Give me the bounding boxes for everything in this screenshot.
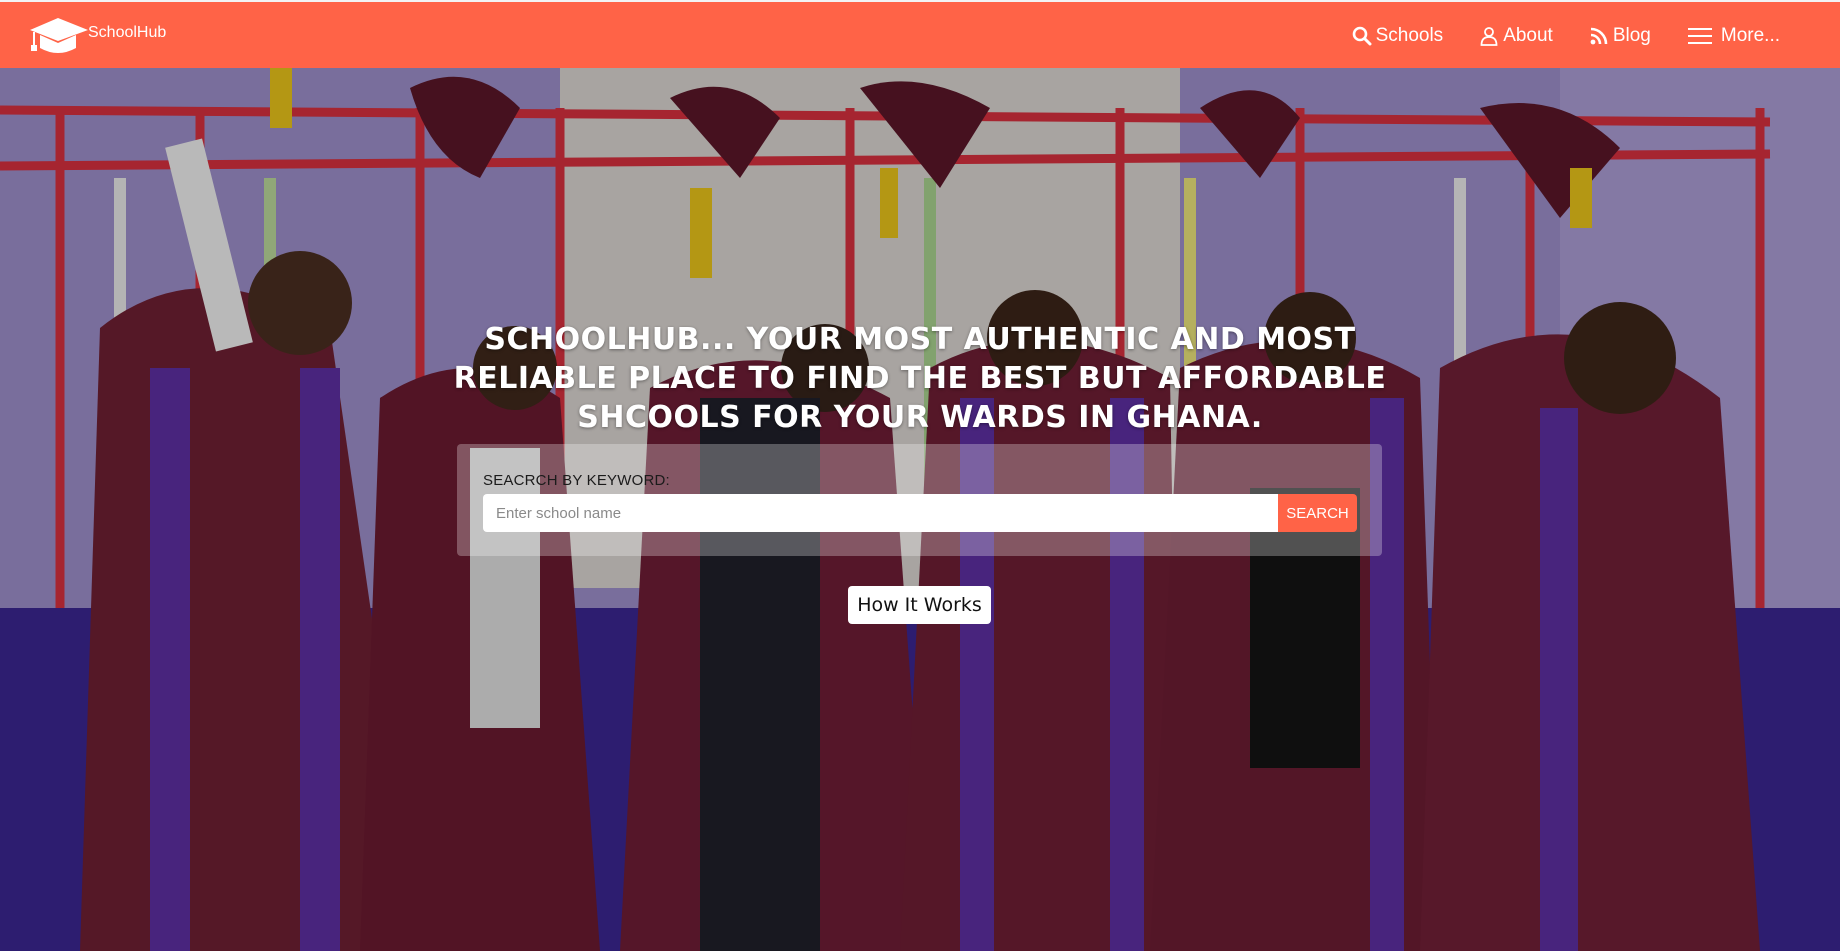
user-icon: [1480, 27, 1498, 46]
rss-icon: [1590, 27, 1608, 45]
nav-links: Schools About Blog More...: [1316, 2, 1780, 70]
nav-blog[interactable]: Blog: [1589, 25, 1651, 47]
brand-logo-link[interactable]: SchoolHub: [28, 16, 166, 56]
nav-about[interactable]: About: [1479, 25, 1553, 47]
nav-schools-label: Schools: [1375, 25, 1444, 46]
nav-schools[interactable]: Schools: [1352, 25, 1444, 47]
search-panel: SEACRCH BY KEYWORD: SEARCH: [457, 444, 1382, 556]
graduation-cap-icon: [30, 18, 88, 53]
hamburger-menu-icon: [1687, 28, 1712, 44]
brand-name: SchoolHub: [88, 24, 167, 41]
hero-section: SCHOOLHUB... YOUR MOST AUTHENTIC AND MOS…: [0, 68, 1840, 951]
search-icon: [1352, 26, 1372, 46]
search-input[interactable]: [483, 494, 1278, 532]
search-label: SEACRCH BY KEYWORD:: [483, 472, 670, 489]
nav-more-label: More...: [1720, 25, 1780, 46]
hero-headline: SCHOOLHUB... YOUR MOST AUTHENTIC AND MOS…: [453, 322, 1387, 435]
how-it-works-button[interactable]: How It Works: [848, 586, 991, 624]
nav-about-label: About: [1503, 25, 1553, 46]
search-button[interactable]: SEARCH: [1278, 494, 1357, 532]
nav-more[interactable]: More...: [1687, 25, 1780, 47]
top-navbar: SchoolHub Schools About Blog More...: [0, 0, 1840, 68]
nav-blog-label: Blog: [1612, 25, 1651, 46]
